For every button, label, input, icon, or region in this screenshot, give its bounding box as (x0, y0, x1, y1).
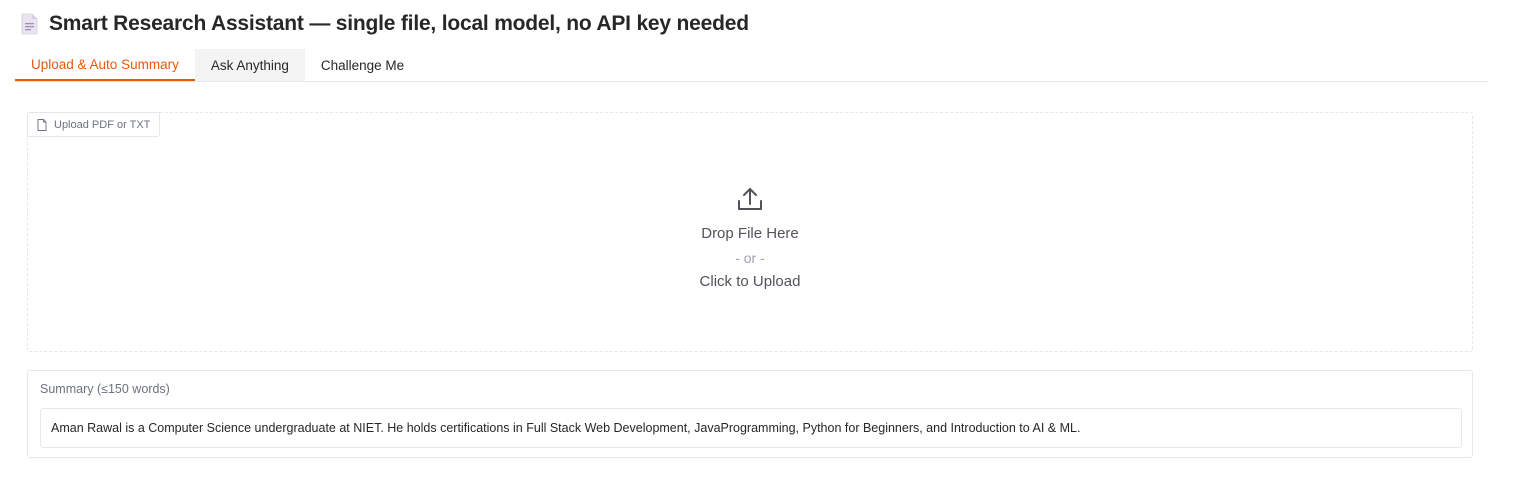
tab-bar: Upload & Auto Summary Ask Anything Chall… (15, 49, 1488, 82)
upload-arrow-icon (738, 188, 762, 210)
upload-label: Upload PDF or TXT (27, 112, 161, 137)
file-icon (37, 118, 47, 131)
tab-upload-auto-summary[interactable]: Upload & Auto Summary (15, 49, 195, 81)
header: Smart Research Assistant — single file, … (20, 10, 749, 38)
summary-label: Summary (≤150 words) (40, 382, 170, 396)
upload-prompt: Drop File Here - or - Click to Upload (28, 185, 1472, 294)
or-separator: - or - (735, 250, 765, 266)
click-to-upload-text[interactable]: Click to Upload (28, 270, 1472, 294)
tab-challenge-me[interactable]: Challenge Me (305, 49, 420, 81)
summary-textbox[interactable]: Aman Rawal is a Computer Science undergr… (40, 408, 1462, 448)
tab-ask-anything[interactable]: Ask Anything (194, 49, 305, 81)
app-page: Smart Research Assistant — single file, … (0, 0, 1516, 482)
upload-label-text: Upload PDF or TXT (54, 118, 151, 131)
page-title: Smart Research Assistant — single file, … (49, 12, 749, 35)
file-upload-panel: Upload PDF or TXT Drop File Here - or - … (27, 112, 1473, 352)
document-icon (21, 13, 38, 35)
drop-file-text: Drop File Here (701, 225, 799, 242)
summary-panel: Summary (≤150 words) Aman Rawal is a Com… (27, 370, 1473, 458)
